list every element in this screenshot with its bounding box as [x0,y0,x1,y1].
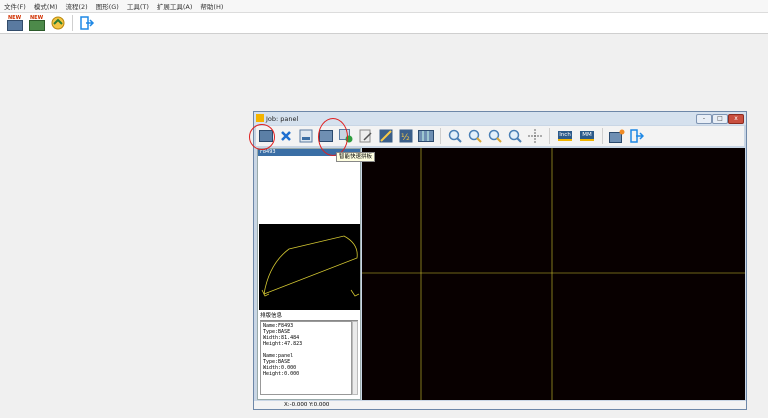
panel-preview [259,224,360,310]
zoom-icon [448,129,462,143]
half-button[interactable]: ½ [398,128,414,144]
job-exit-button[interactable] [629,128,645,144]
zoom-out-icon [488,129,502,143]
menu-file[interactable]: 文件(F) [4,1,26,11]
menu-flow[interactable]: 流程(2) [66,1,88,11]
panel-list-pane: F8493 排版信息 Name:F8493 Type:BASE Width:81… [257,148,361,400]
zoom-fit-icon [508,129,522,143]
info-scrollbar[interactable] [352,321,358,395]
half-icon: ½ [399,129,413,143]
job-toolbar-separator-1 [440,128,441,144]
info-line: Height:0.000 [263,371,300,377]
job-exit-icon [630,129,644,143]
job-toolbar-separator-2 [549,128,550,144]
menu-graphics[interactable]: 图形(G) [96,1,119,11]
tooltip: 智能快速拼板 [336,152,376,162]
exit-button[interactable] [79,15,95,31]
zoom-button[interactable] [447,128,463,144]
mirror-button[interactable] [378,128,394,144]
edit-icon [359,129,372,143]
delete-icon [281,131,291,141]
mirror-icon [379,129,393,143]
toolbar-separator [72,15,73,31]
menu-help[interactable]: 帮助(H) [200,1,223,11]
highlight-ring-smart-panel [318,118,348,156]
mm-label: MM [580,131,594,141]
new-job-icon [7,20,23,31]
new-panel-button[interactable]: NEW [28,15,46,31]
menu-bar: 文件(F) 模式(M) 流程(2) 图形(G) 工具(T) 扩展工具(A) 帮助… [0,0,768,12]
maximize-button[interactable]: □ [712,114,728,124]
settings-button[interactable] [609,128,625,144]
inch-label: Inch [558,131,572,141]
info-title: 排版信息 [260,312,358,321]
zoom-fit-button[interactable] [507,128,523,144]
coordinate-readout: X:-0.000 Y:0.000 [284,402,330,408]
svg-text:½: ½ [401,133,410,143]
crosshair-button[interactable] [527,128,543,144]
exit-icon [80,16,95,30]
drawing-canvas[interactable] [362,148,745,400]
zoom-in-button[interactable] [467,128,483,144]
new-job-button[interactable]: NEW [6,15,24,31]
main-toolbar: NEW NEW [0,12,768,34]
new-panel-icon [29,20,45,31]
status-bar: X:-0.000 Y:0.000 [254,401,746,409]
grid-layout-button[interactable] [418,128,434,144]
job-title: Job: panel [266,114,299,123]
job-icon [256,114,264,122]
calc-button[interactable] [298,128,314,144]
grid-layout-icon [418,130,434,142]
panel-outline-icon [261,235,360,297]
job-toolbar-separator-3 [602,128,603,144]
highlight-ring-panel-layout [249,124,275,150]
menu-mode[interactable]: 模式(M) [34,1,58,11]
menu-tools[interactable]: 工具(T) [127,1,149,11]
edit-button[interactable] [358,128,374,144]
inch-button[interactable]: Inch [556,128,574,144]
delete-button[interactable] [278,128,294,144]
zoom-out-button[interactable] [487,128,503,144]
mm-button[interactable]: MM [578,128,596,144]
zoom-in-icon [468,129,482,143]
menu-ext-tools[interactable]: 扩展工具(A) [157,1,193,11]
refresh-button[interactable] [50,15,66,31]
info-panel: Name:F8493 Type:BASE Width:81.484 Height… [260,321,352,395]
calc-icon [299,129,313,143]
refresh-icon [51,16,65,30]
close-button[interactable]: x [728,114,744,124]
settings-icon [609,129,625,143]
crosshair-icon [528,129,542,143]
job-window: Job: panel - □ x ½ Inch MM F8493 排版信息 Na… [253,111,747,410]
minimize-button[interactable]: - [696,114,712,124]
canvas-grid [362,148,745,400]
